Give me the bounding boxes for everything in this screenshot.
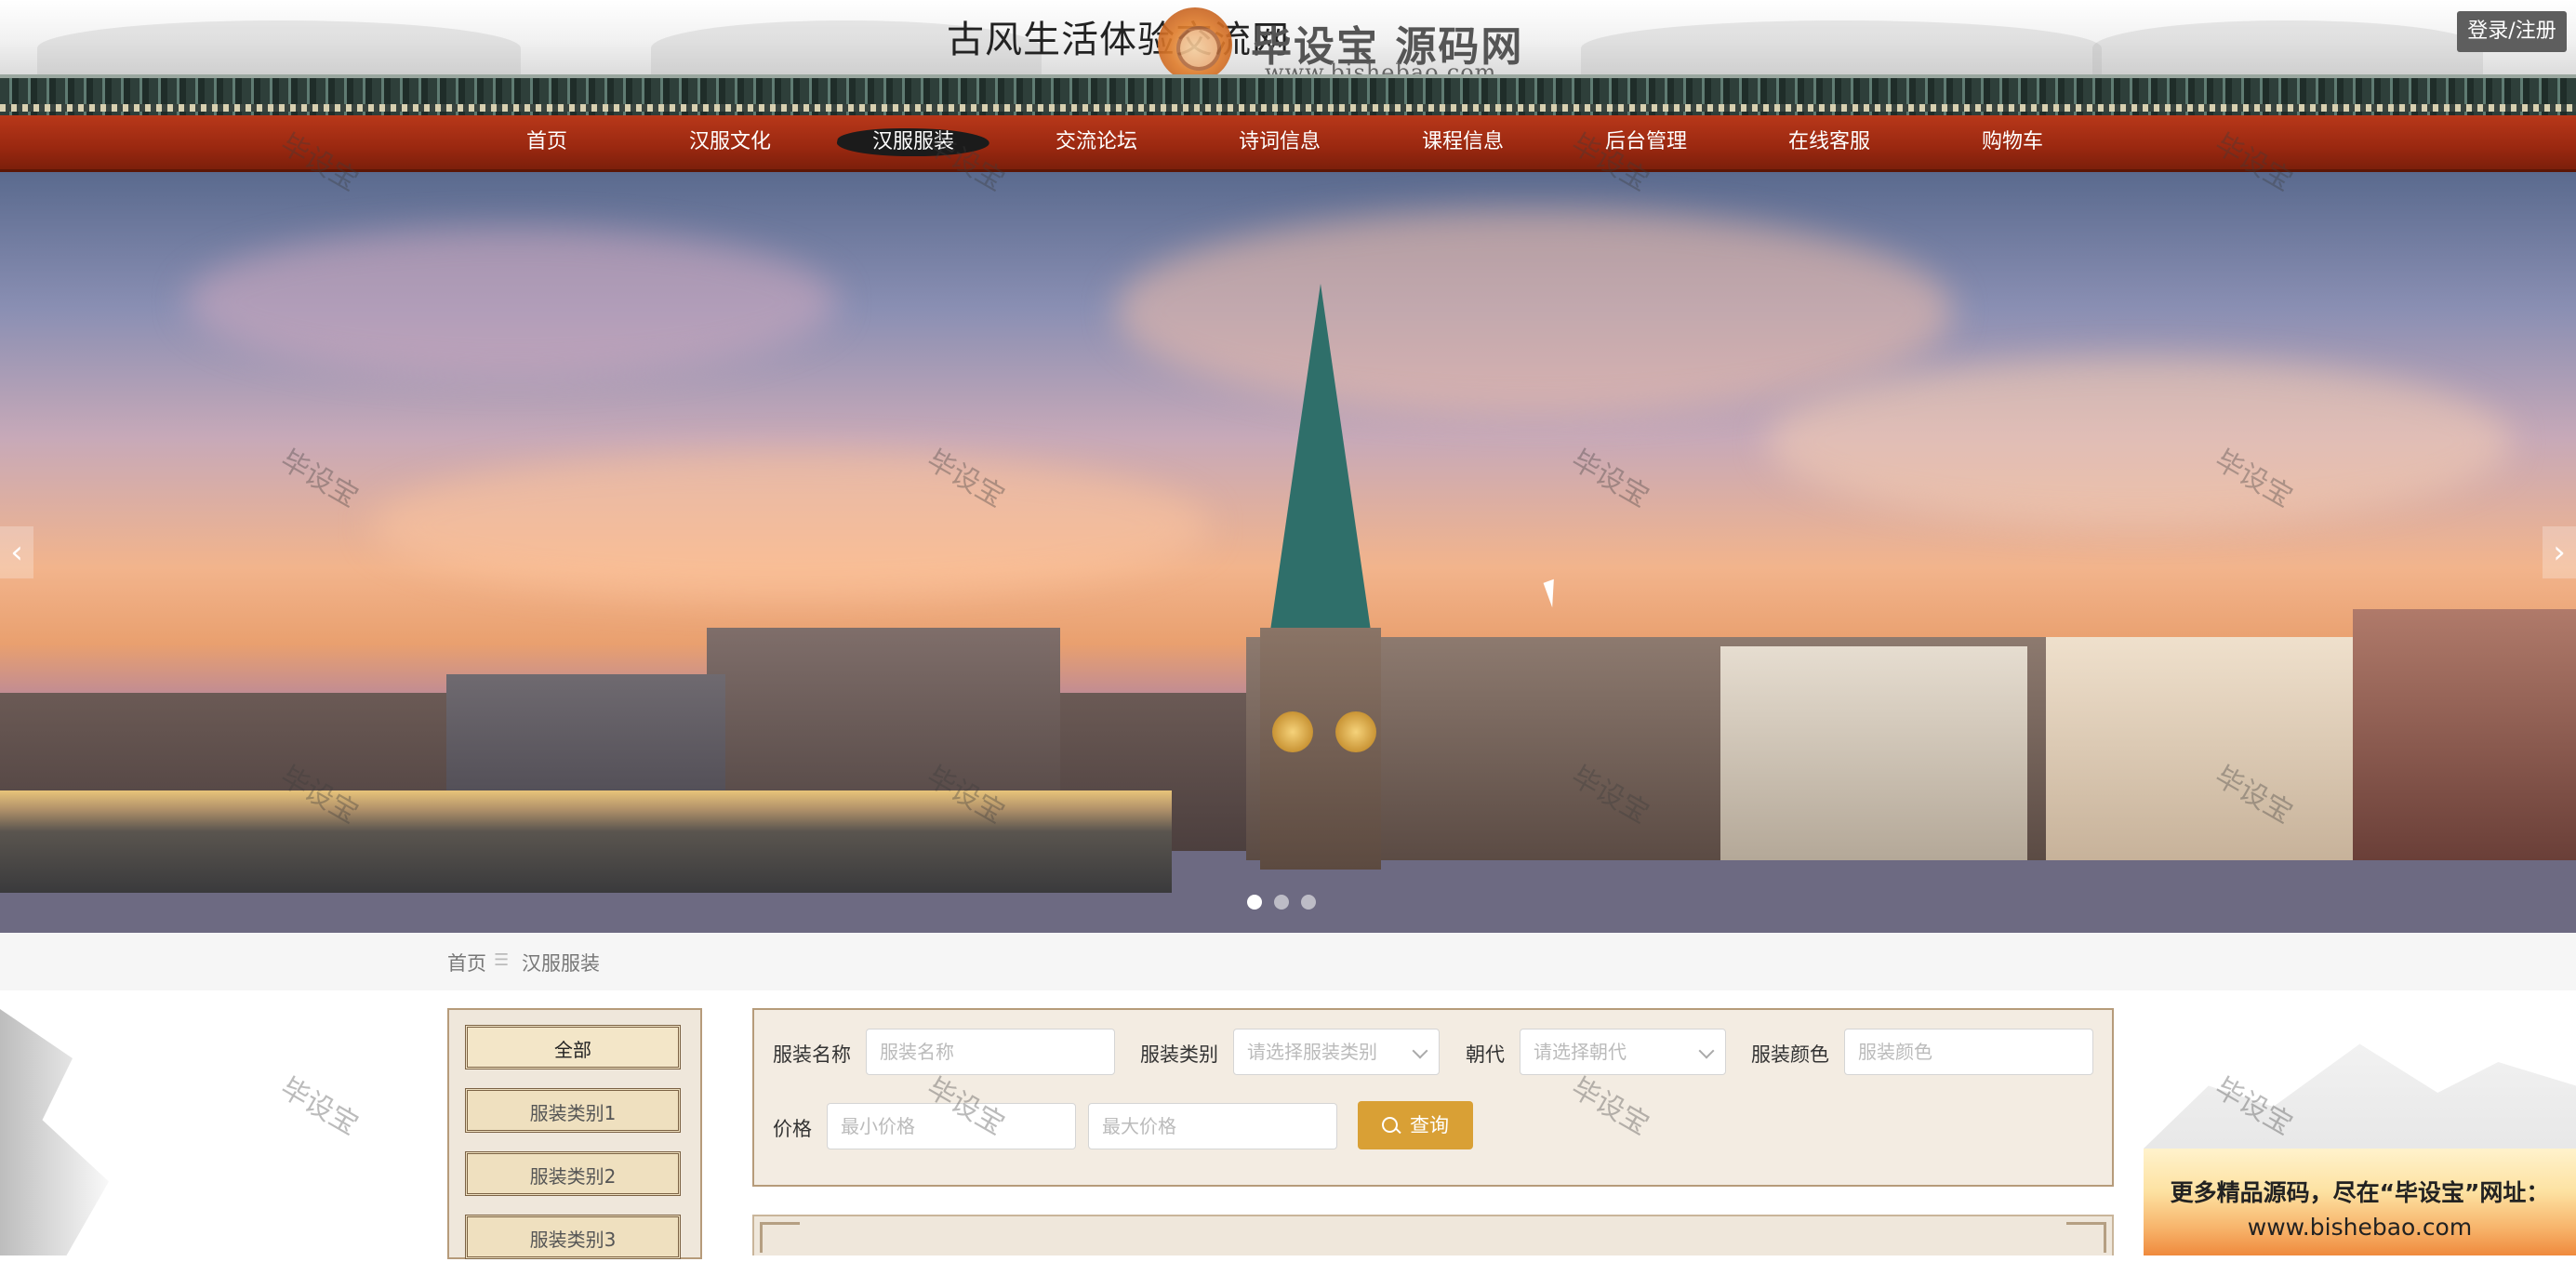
decor-cloud (186, 228, 837, 377)
clock-face (1335, 711, 1376, 752)
decor-mountain (1581, 20, 2102, 76)
promo-banner[interactable]: 更多精品源码，尽在“毕设宝”网址： www.bishebao.com (2144, 1149, 2576, 1255)
name-label: 服装名称 (773, 1043, 851, 1066)
nav-item-courses[interactable]: 课程信息 (1379, 115, 1547, 169)
carousel-dot[interactable] (1274, 895, 1289, 910)
decor-mountain (2092, 20, 2483, 76)
nav-label: 课程信息 (1421, 130, 1504, 153)
dynasty-label: 朝代 (1466, 1043, 1505, 1066)
decor-mountain (37, 20, 521, 76)
breadcrumb-separator-icon: ☰ (494, 950, 510, 970)
category-item[interactable]: 服装类别3 (465, 1215, 681, 1259)
roof-eaves-decor (0, 74, 2576, 119)
frame-corner-decor (760, 1222, 800, 1253)
clock-face (1272, 711, 1313, 752)
query-button[interactable]: 查询 (1358, 1101, 1473, 1149)
building-block (1720, 646, 2027, 860)
name-input[interactable] (866, 1029, 1115, 1075)
product-list-frame (752, 1215, 2114, 1255)
site-title: 古风生活体验交流网 (947, 19, 1290, 61)
type-label: 服装类别 (1140, 1043, 1218, 1066)
promo-line-1: 更多精品源码，尽在“毕设宝”网址： (2170, 1179, 2550, 1206)
max-price-input[interactable] (1088, 1103, 1337, 1149)
breadcrumb-home[interactable]: 首页 (447, 949, 486, 976)
nav-label: 汉服文化 (688, 130, 771, 153)
brand-logo-icon (1158, 7, 1232, 82)
category-sidebar: 全部 服装类别1 服装类别2 服装类别3 (447, 1008, 702, 1259)
category-item[interactable]: 服装类别2 (465, 1151, 681, 1196)
top-bar: 古风生活体验交流网 毕设宝 源码网 www.bishebao.com 登录/注册 (0, 0, 2576, 86)
nav-label: 在线客服 (1787, 130, 1870, 153)
category-item[interactable]: 服装类别1 (465, 1088, 681, 1133)
nav-item-home[interactable]: 首页 (463, 115, 631, 169)
roof-eaves-band (0, 104, 2576, 112)
church-spire (1269, 284, 1372, 637)
carousel-dot[interactable] (1301, 895, 1316, 910)
decor-cloud (372, 451, 1209, 600)
decor-cloud (1116, 209, 1953, 414)
nav-item-forum[interactable]: 交流论坛 (1013, 115, 1180, 169)
category-all[interactable]: 全部 (465, 1025, 681, 1069)
dynasty-select[interactable]: 请选择朝代 (1520, 1029, 1726, 1075)
mouse-cursor-icon (1543, 578, 1563, 608)
nav-item-poetry[interactable]: 诗词信息 (1196, 115, 1363, 169)
type-select[interactable]: 请选择服装类别 (1233, 1029, 1440, 1075)
chevron-down-icon (1412, 1043, 1428, 1059)
min-price-input[interactable] (827, 1103, 1076, 1149)
nav-label: 后台管理 (1604, 130, 1687, 153)
promo-line-2: www.bishebao.com (2247, 1214, 2473, 1241)
frame-corner-decor (2066, 1222, 2106, 1253)
nav-item-hanfu-culture[interactable]: 汉服文化 (646, 115, 814, 169)
color-input[interactable] (1844, 1029, 2093, 1075)
carousel-dot[interactable] (1247, 895, 1262, 910)
price-label: 价格 (773, 1118, 812, 1140)
breadcrumb-current: 汉服服装 (522, 952, 600, 975)
color-label: 服装颜色 (1751, 1043, 1829, 1066)
main-nav: 首页 汉服文化 汉服服装 交流论坛 诗词信息 课程信息 后台管理 在线客服 购物… (0, 115, 2576, 172)
nav-item-hanfu-clothing[interactable]: 汉服服装 (830, 115, 997, 169)
lit-bridge (0, 790, 1172, 893)
carousel-prev-icon[interactable]: ‹ (0, 526, 33, 578)
chevron-down-icon (1698, 1043, 1715, 1059)
building-block (2046, 637, 2353, 860)
hero-carousel[interactable]: ‹ › (0, 172, 2576, 933)
nav-label: 诗词信息 (1238, 130, 1321, 153)
query-button-label: 查询 (1410, 1114, 1449, 1136)
decor-cloud (1767, 358, 2511, 525)
nav-label: 首页 (525, 130, 567, 153)
building-block (2353, 609, 2576, 860)
nav-item-cart[interactable]: 购物车 (1929, 115, 2096, 169)
carousel-next-icon[interactable]: › (2543, 526, 2576, 578)
dynasty-select-placeholder: 请选择朝代 (1534, 1041, 1627, 1063)
nav-label: 购物车 (1981, 130, 2043, 153)
search-icon (1382, 1117, 1398, 1133)
login-register-button[interactable]: 登录/注册 (2457, 11, 2567, 52)
nav-label: 交流论坛 (1055, 130, 1137, 153)
nav-item-admin[interactable]: 后台管理 (1562, 115, 1730, 169)
nav-label: 汉服服装 (871, 130, 954, 153)
nav-item-customer-service[interactable]: 在线客服 (1746, 115, 1913, 169)
breadcrumb (0, 933, 2576, 990)
type-select-placeholder: 请选择服装类别 (1247, 1041, 1377, 1063)
